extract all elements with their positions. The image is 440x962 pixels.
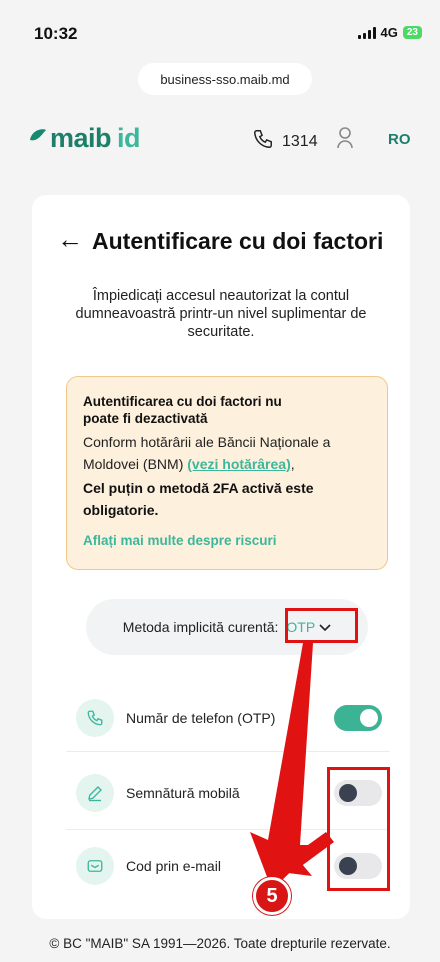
user-icon[interactable] [335,126,355,155]
support-phone-number: 1314 [282,132,318,150]
step-number-badge: 5 [253,877,291,915]
risks-link[interactable]: Aflați mai multe despre riscuri [83,533,373,548]
pen-icon [76,774,114,812]
warning-bold-text: Cel puțin o metodă 2FA activă este oblig… [83,480,314,518]
toggles-highlight-box [327,767,390,891]
status-bar: 10:32 4G 23 [0,0,440,50]
warning-title: Autentificarea cu doi factori nu poate f… [83,394,282,426]
status-time: 10:32 [34,24,78,43]
language-selector[interactable]: RO [388,131,411,148]
footer-copyright: © BC "MAIB" SA 1991—2026. Toate drepturi… [49,936,391,951]
page-title: Autentificare cu doi factori [92,228,384,254]
phone-icon [76,699,114,737]
page-subtitle: Împiedicați accesul neautorizat la contu… [75,288,367,340]
method-row-phone: Număr de telefon (OTP) [66,687,390,749]
signal-icon [357,26,376,39]
logo-main-text: maib [50,123,112,153]
default-method-label: Metoda implicită curentă: [122,619,279,635]
phone-otp-toggle[interactable] [334,705,382,731]
address-bar[interactable]: business-sso.maib.md [138,63,312,95]
divider [66,751,390,752]
method-label: Număr de telefon (OTP) [126,710,276,726]
logo-suffix-text: id [117,123,141,153]
method-label: Cod prin e-mail [126,858,221,874]
logo-mark-icon [28,126,48,152]
warning-box: Autentificarea cu doi factori nu poate f… [66,376,388,570]
support-phone[interactable]: 1314 [252,128,318,155]
phone-icon [252,128,274,155]
envelope-icon [76,847,114,885]
method-label: Semnătură mobilă [126,785,240,801]
warning-text: Conform hotărârii ale Băncii Naționale a… [83,434,331,472]
otp-highlight-box [285,608,358,643]
url-text: business-sso.maib.md [160,71,290,87]
battery-icon: 23 [402,26,422,39]
status-indicators: 4G 23 [357,25,422,40]
network-type: 4G [380,25,398,40]
maib-id-logo[interactable]: maib id [28,123,141,154]
decision-link[interactable]: (vezi hotărârea) [187,456,290,472]
back-arrow-icon[interactable]: ← [57,224,83,255]
